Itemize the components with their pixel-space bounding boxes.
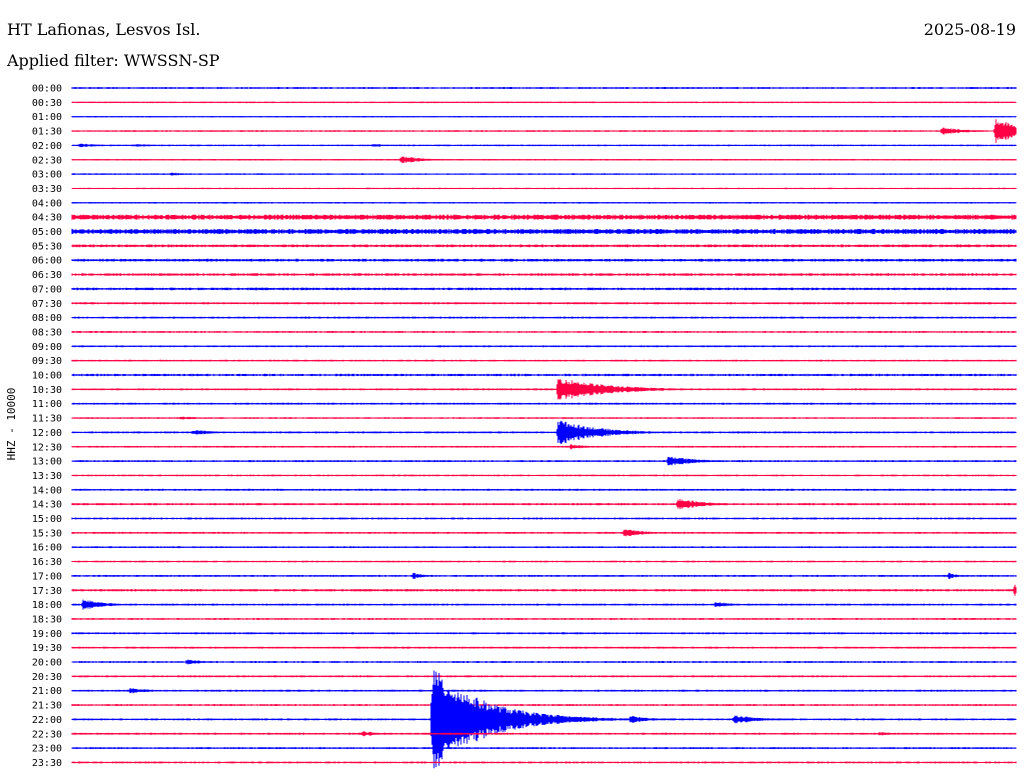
time-tick-label: 05:00 bbox=[32, 227, 62, 238]
time-tick-label: 04:00 bbox=[32, 198, 62, 209]
time-tick-label: 03:30 bbox=[32, 184, 62, 195]
time-tick-label: 02:30 bbox=[32, 155, 62, 166]
time-tick-label: 12:00 bbox=[32, 428, 62, 439]
time-tick-label: 09:00 bbox=[32, 342, 62, 353]
time-tick-label: 05:30 bbox=[32, 241, 62, 252]
time-tick-label: 10:30 bbox=[32, 385, 62, 396]
time-tick-label: 14:30 bbox=[32, 500, 62, 511]
seismic-traces bbox=[71, 87, 1017, 769]
time-tick-label: 14:00 bbox=[32, 485, 62, 496]
time-tick-label: 00:00 bbox=[32, 84, 62, 95]
time-tick-label: 20:30 bbox=[32, 672, 62, 683]
time-tick-label: 08:00 bbox=[32, 313, 62, 324]
time-tick-label: 15:00 bbox=[32, 514, 62, 525]
time-tick-label: 01:00 bbox=[32, 112, 62, 123]
time-tick-label: 16:00 bbox=[32, 543, 62, 554]
time-tick-label: 08:30 bbox=[32, 327, 62, 338]
time-tick-label: 03:00 bbox=[32, 170, 62, 181]
time-tick-label: 21:30 bbox=[32, 701, 62, 712]
time-tick-label: 07:00 bbox=[32, 284, 62, 295]
time-tick-label: 18:30 bbox=[32, 614, 62, 625]
y-axis-label: HHZ - 10000 bbox=[5, 388, 18, 461]
time-tick-label: 23:00 bbox=[32, 744, 62, 755]
time-tick-label: 11:30 bbox=[32, 414, 62, 425]
time-tick-label: 00:30 bbox=[32, 98, 62, 109]
time-tick-label: 13:30 bbox=[32, 471, 62, 482]
time-tick-label: 12:30 bbox=[32, 442, 62, 453]
time-tick-label: 13:00 bbox=[32, 457, 62, 468]
time-tick-label: 23:30 bbox=[32, 758, 62, 769]
time-tick-label: 21:00 bbox=[32, 686, 62, 697]
time-tick-label: 22:00 bbox=[32, 715, 62, 726]
time-tick-label: 20:00 bbox=[32, 658, 62, 669]
time-tick-label: 10:00 bbox=[32, 371, 62, 382]
time-tick-label: 09:30 bbox=[32, 356, 62, 367]
time-tick-label: 18:00 bbox=[32, 600, 62, 611]
time-tick-label: 07:30 bbox=[32, 299, 62, 310]
time-tick-label: 06:00 bbox=[32, 256, 62, 267]
time-tick-label: 17:30 bbox=[32, 586, 62, 597]
helicorder-plot: HHZ - 10000 00:00 00:30 01:00 01:30 02:00 02:… bbox=[5, 84, 1017, 769]
time-tick-label: 04:30 bbox=[32, 213, 62, 224]
time-tick-label: 19:30 bbox=[32, 643, 62, 654]
time-tick-labels: 00:00 00:30 01:00 01:30 02:00 02:30 03:00 03:30… bbox=[32, 84, 62, 769]
time-tick-label: 22:30 bbox=[32, 729, 62, 740]
time-tick-label: 01:30 bbox=[32, 127, 62, 138]
time-tick-label: 11:00 bbox=[32, 399, 62, 410]
time-tick-label: 19:00 bbox=[32, 629, 62, 640]
time-tick-label: 02:00 bbox=[32, 141, 62, 152]
time-tick-label: 17:00 bbox=[32, 571, 62, 582]
time-tick-label: 15:30 bbox=[32, 528, 62, 539]
time-tick-label: 06:30 bbox=[32, 270, 62, 281]
time-tick-label: 16:30 bbox=[32, 557, 62, 568]
